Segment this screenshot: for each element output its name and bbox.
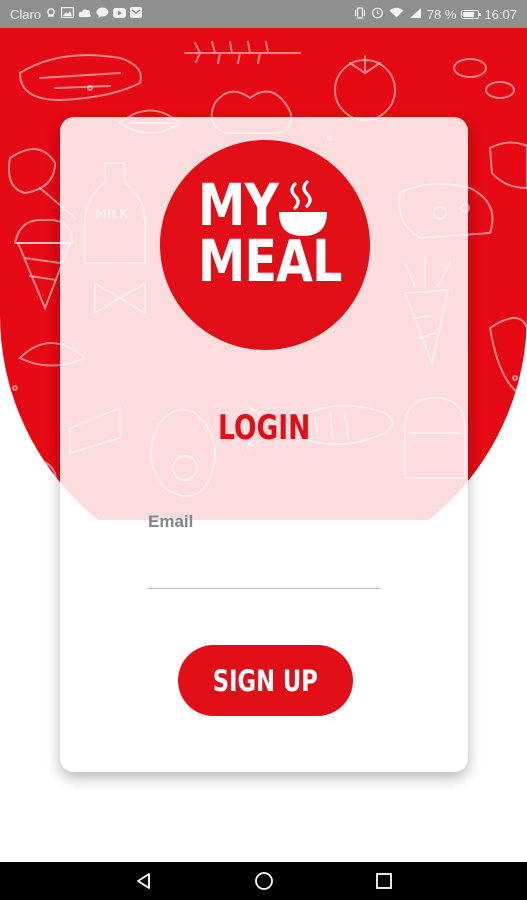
signup-button-label: SIGN UP: [212, 663, 319, 698]
steaming-bowl-icon: [279, 180, 327, 236]
wifi-icon: [389, 7, 404, 21]
signal-icon: [409, 7, 422, 22]
vibrate-icon: [354, 6, 366, 22]
alarm-icon: [371, 6, 384, 22]
status-right: 78 % 16:07: [354, 6, 517, 22]
email-field[interactable]: [148, 536, 380, 589]
back-icon[interactable]: [114, 862, 174, 900]
status-left: Claro: [10, 6, 143, 22]
signup-button[interactable]: SIGN UP: [178, 645, 353, 716]
email-icon: [130, 7, 143, 21]
battery-fill: [463, 11, 475, 17]
email-label: Email: [148, 512, 194, 531]
cloud-icon: [78, 8, 92, 21]
login-title: LOGIN: [60, 408, 468, 448]
home-icon[interactable]: [234, 862, 294, 900]
youtube-icon: [113, 7, 127, 21]
clock-time: 16:07: [484, 6, 517, 22]
usb-debug-icon: [45, 7, 57, 22]
battery-percent: 78 %: [426, 6, 457, 22]
status-bar: Claro 78 % 16:07: [0, 0, 527, 28]
battery-icon: [461, 9, 482, 19]
carrier-name: Claro: [10, 6, 42, 22]
login-title-text: LOGIN: [217, 408, 311, 448]
navigation-bar: [0, 862, 527, 900]
recents-icon[interactable]: [354, 862, 414, 900]
image-icon: [61, 7, 75, 21]
chat-bubble-icon: [96, 7, 109, 22]
